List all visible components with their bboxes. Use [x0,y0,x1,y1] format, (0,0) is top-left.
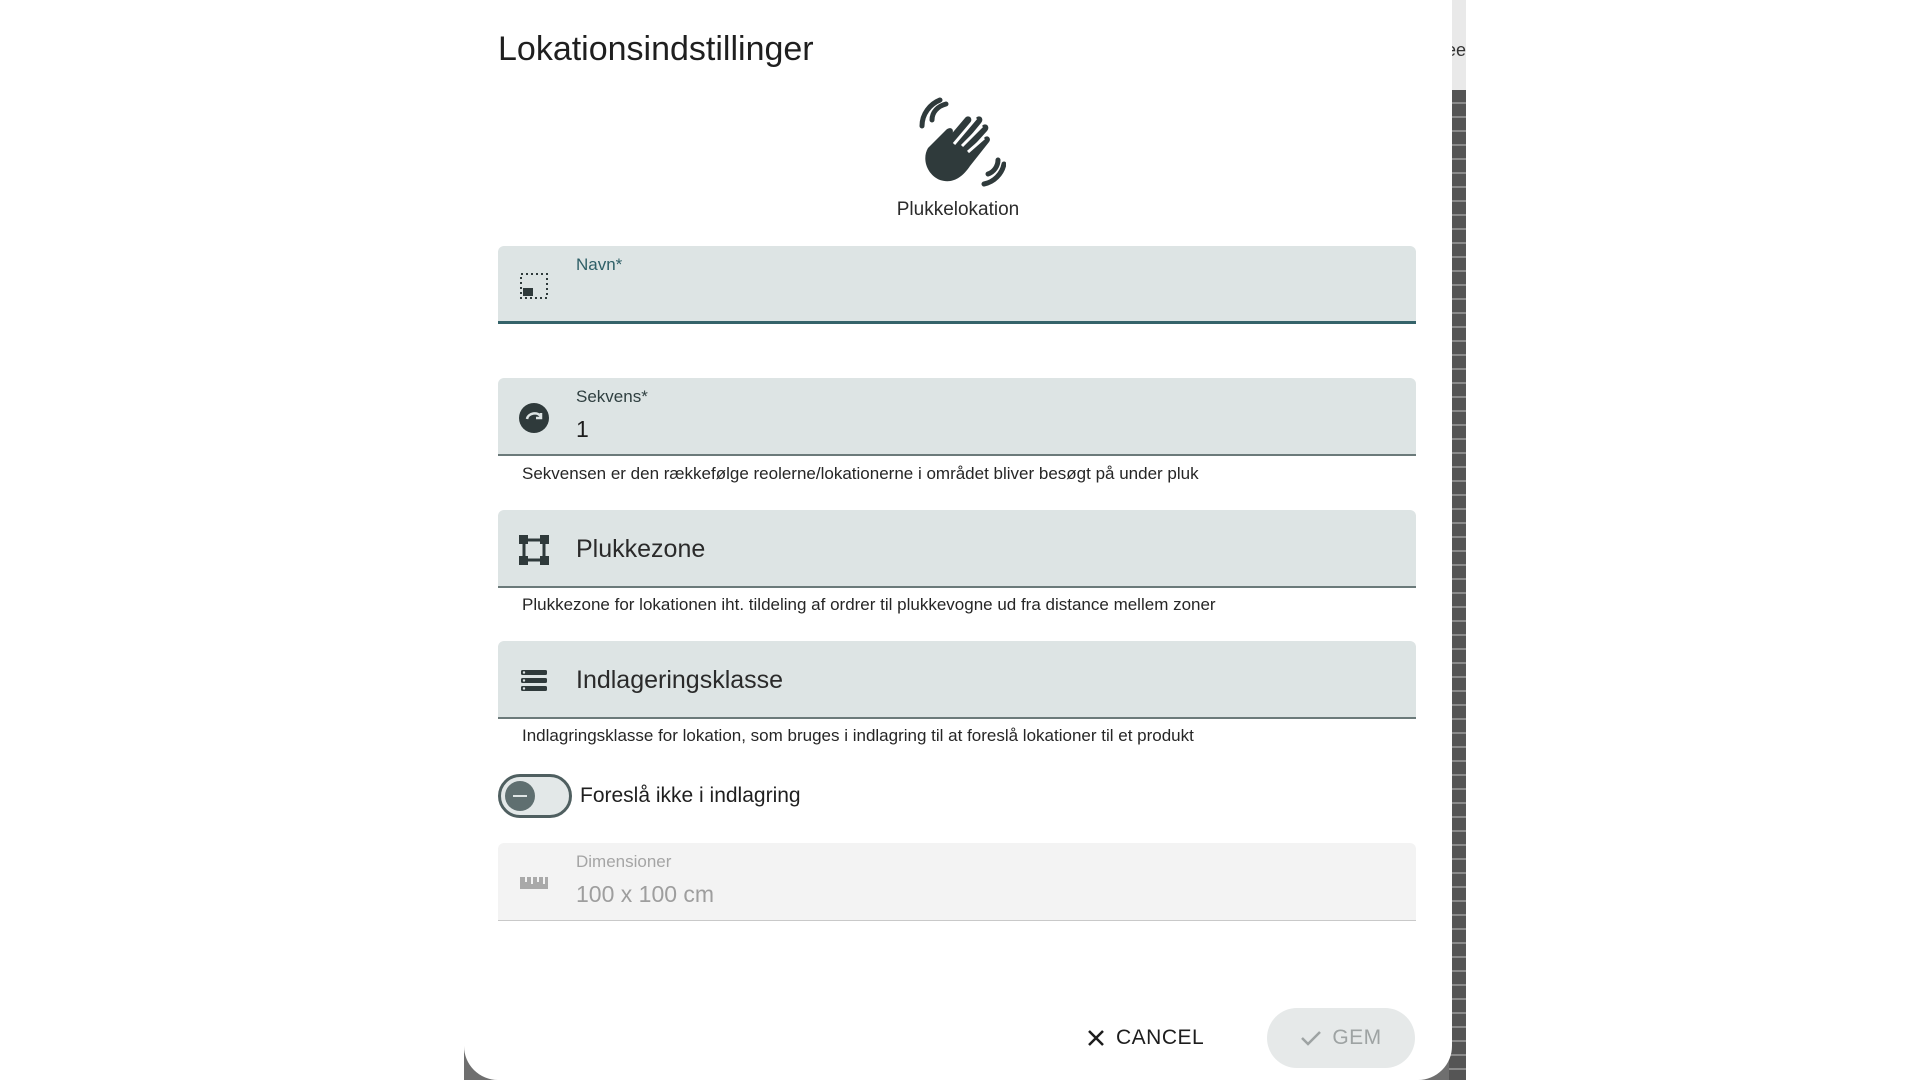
pick-zone-select[interactable]: Plukkezone [498,510,1416,588]
ruler-icon [520,877,548,889]
dimensions-field: Dimensioner 100 x 100 cm [498,843,1416,921]
sequence-field[interactable]: Sekvens* 1 [498,378,1416,456]
do-not-suggest-label[interactable]: Foreslå ikke i indlagring [580,784,801,808]
save-button[interactable]: GEM [1267,1008,1415,1068]
cancel-button-label: CANCEL [1116,1026,1205,1049]
save-button-label: GEM [1332,1026,1382,1049]
sequence-icon [519,403,549,433]
suggest-toggle-row: Foreslå ikke i indlagring [498,772,801,820]
sequence-field-label: Sekvens* [576,387,648,406]
cancel-button[interactable]: CANCEL [1086,1013,1204,1063]
dimensions-field-label: Dimensioner [576,852,672,871]
location-frame-icon [520,273,548,299]
name-field-label: Navn* [576,255,623,274]
storage-class-label: Indlageringsklasse [576,666,784,694]
storage-class-select[interactable]: Indlageringsklasse [498,641,1416,719]
list-icon [521,670,547,691]
dialog-title: Lokationsindstillinger [498,30,814,68]
do-not-suggest-toggle[interactable] [498,774,572,818]
check-icon [1301,1031,1322,1046]
location-type-header: Plukkelokation [464,96,1452,221]
pick-zone-label: Plukkezone [576,535,706,563]
close-icon [1088,1030,1104,1046]
sequence-field-value[interactable]: 1 [576,416,589,443]
storage-class-helper-text: Indlagringsklasse for lokation, som brug… [522,726,1194,745]
location-type-label: Plukkelokation [896,199,1020,220]
sequence-helper-text: Sekvensen er den rækkefølge reolerne/lok… [522,464,1199,483]
dimensions-field-value: 100 x 100 cm [576,881,715,907]
pick-zone-helper-text: Plukkezone for lokationen iht. tildeling… [522,595,1216,614]
name-field[interactable]: Navn* [498,246,1416,324]
waving-hand-icon [919,97,1006,187]
zone-icon [519,535,549,565]
location-settings-dialog: Lokationsindstillinger Plukkelokation Na… [464,0,1452,1080]
toggle-knob [505,781,535,811]
